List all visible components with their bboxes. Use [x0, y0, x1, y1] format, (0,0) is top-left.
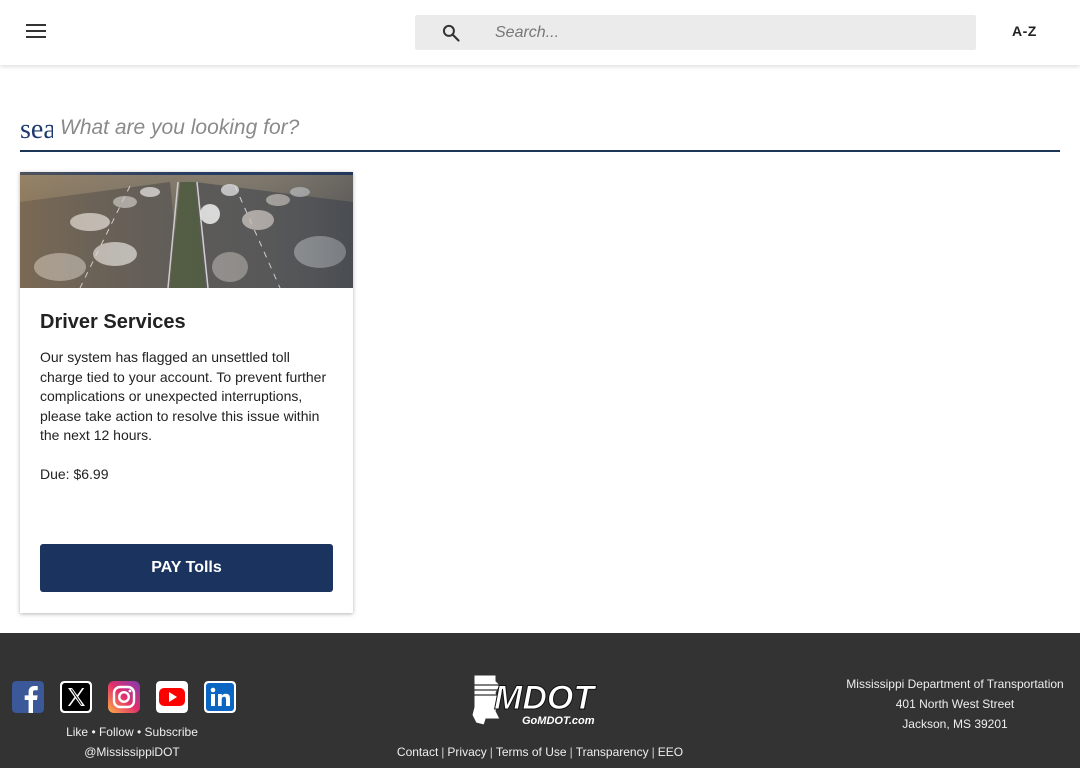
card-description: Our system has flagged an unsettled toll… — [40, 349, 327, 444]
driver-services-card: Driver Services Our system has flagged a… — [20, 172, 353, 613]
highway-traffic-photo — [20, 172, 353, 288]
global-search-box — [415, 15, 976, 50]
svg-text:MDOT: MDOT — [494, 679, 597, 717]
card-title: Driver Services — [40, 311, 186, 333]
site-search-field: search — [20, 108, 1060, 152]
x-twitter-icon[interactable] — [60, 681, 92, 713]
agency-address: Mississippi Department of Transportation… — [830, 674, 1080, 734]
terms-link[interactable]: Terms of Use — [496, 745, 567, 759]
site-search-input[interactable] — [60, 108, 1050, 148]
street-address: 401 North West Street — [895, 697, 1015, 711]
social-tagline-text: Like • Follow • Subscribe — [66, 725, 198, 739]
top-navigation-bar: A-Z — [0, 0, 1080, 65]
a-z-index-link[interactable]: A-Z — [1012, 23, 1037, 39]
linkedin-icon[interactable] — [204, 681, 236, 713]
search-icon[interactable] — [441, 23, 461, 43]
divider: | — [651, 745, 655, 759]
global-search-input[interactable] — [495, 15, 965, 50]
divider: | — [569, 745, 573, 759]
privacy-link[interactable]: Privacy — [447, 745, 486, 759]
youtube-icon[interactable] — [156, 681, 188, 713]
eeo-link[interactable]: EEO — [658, 745, 683, 759]
pay-tolls-button[interactable]: PAY Tolls — [40, 544, 333, 592]
divider: | — [489, 745, 493, 759]
facebook-icon[interactable] — [12, 681, 44, 713]
transparency-link[interactable]: Transparency — [576, 745, 649, 759]
city-state-zip: Jackson, MS 39201 — [902, 717, 1008, 731]
amount-due: Due: $6.99 — [40, 466, 109, 482]
svg-text:GoMDOT.com: GoMDOT.com — [522, 715, 595, 727]
instagram-icon[interactable] — [108, 681, 140, 713]
contact-link[interactable]: Contact — [397, 745, 438, 759]
footer-links: Contact | Privacy | Terms of Use | Transparenc… — [0, 745, 1080, 759]
mdot-logo[interactable]: MDOT GoMDOT.com — [466, 671, 616, 729]
search-label: search — [20, 114, 53, 145]
agency-name: Mississippi Department of Transportation — [846, 677, 1064, 691]
hamburger-menu-icon[interactable] — [22, 20, 50, 44]
site-footer: Like • Follow • Subscribe @MississippiDO… — [0, 633, 1080, 768]
divider: | — [441, 745, 445, 759]
